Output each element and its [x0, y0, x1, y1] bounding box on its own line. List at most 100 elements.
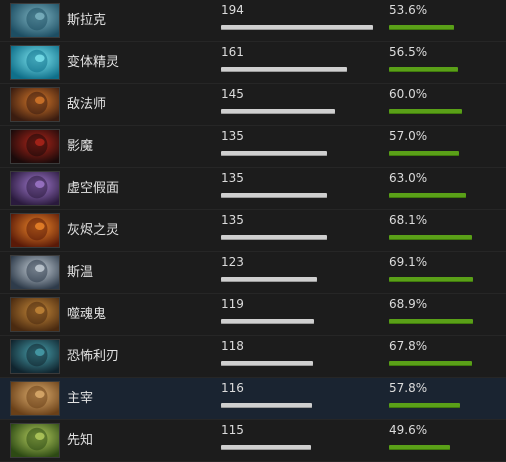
win-rate-track — [389, 277, 499, 282]
win-rate: 57.0% — [389, 129, 428, 143]
hero-row[interactable]: 影魔 135 57.0% — [0, 126, 506, 168]
hero-row[interactable]: 先知 115 49.6% — [0, 420, 506, 462]
match-count: 115 — [221, 423, 244, 437]
natures-prophet-portrait-icon[interactable] — [10, 423, 60, 458]
match-count: 135 — [221, 129, 244, 143]
win-rate: 60.0% — [389, 87, 428, 101]
hero-row[interactable]: 斯温 123 69.1% — [0, 252, 506, 294]
hero-name[interactable]: 斯拉克 — [67, 0, 106, 42]
win-rate-track — [389, 319, 499, 324]
match-count-track — [221, 445, 381, 450]
ember-spirit-portrait-icon[interactable] — [10, 213, 60, 248]
win-rate: 67.8% — [389, 339, 428, 353]
match-count-track — [221, 109, 381, 114]
win-rate-track — [389, 67, 499, 72]
hero-row[interactable]: 噬魂鬼 119 68.9% — [0, 294, 506, 336]
match-count-track — [221, 25, 381, 30]
match-count-track — [221, 277, 381, 282]
morphling-portrait-icon[interactable] — [10, 45, 60, 80]
hero-name[interactable]: 噬魂鬼 — [67, 294, 106, 336]
win-rate-track — [389, 235, 499, 240]
match-count-bar — [221, 109, 335, 114]
win-rate-bar — [389, 67, 458, 72]
match-count-bar — [221, 193, 327, 198]
win-rate: 53.6% — [389, 3, 428, 17]
match-count-bar — [221, 361, 313, 366]
win-rate-bar — [389, 151, 459, 156]
match-count-bar — [221, 151, 327, 156]
match-count-track — [221, 403, 381, 408]
match-count-bar — [221, 235, 327, 240]
hero-name[interactable]: 灰烬之灵 — [67, 210, 119, 252]
match-count-bar — [221, 25, 373, 30]
hero-stats-table: 斯拉克 194 53.6% 变体精灵 161 56.5% 敌法师 145 60.0% 影魔 135 5… — [0, 0, 506, 462]
win-rate-track — [389, 25, 499, 30]
hero-row[interactable]: 变体精灵 161 56.5% — [0, 42, 506, 84]
match-count-bar — [221, 445, 311, 450]
juggernaut-portrait-icon[interactable] — [10, 381, 60, 416]
win-rate-bar — [389, 109, 462, 114]
win-rate-track — [389, 109, 499, 114]
win-rate-track — [389, 403, 499, 408]
win-rate-bar — [389, 319, 473, 324]
win-rate-track — [389, 193, 499, 198]
hero-name[interactable]: 先知 — [67, 420, 93, 462]
match-count: 194 — [221, 3, 244, 17]
terrorblade-portrait-icon[interactable] — [10, 339, 60, 374]
hero-row[interactable]: 虚空假面 135 63.0% — [0, 168, 506, 210]
faceless-void-portrait-icon[interactable] — [10, 171, 60, 206]
sven-portrait-icon[interactable] — [10, 255, 60, 290]
match-count: 123 — [221, 255, 244, 269]
hero-name[interactable]: 影魔 — [67, 126, 93, 168]
hero-name[interactable]: 敌法师 — [67, 84, 106, 126]
win-rate: 69.1% — [389, 255, 428, 269]
win-rate-bar — [389, 25, 454, 30]
hero-row[interactable]: 主宰 116 57.8% — [0, 378, 506, 420]
anti-mage-portrait-icon[interactable] — [10, 87, 60, 122]
win-rate-bar — [389, 361, 472, 366]
match-count-track — [221, 361, 381, 366]
shadow-fiend-portrait-icon[interactable] — [10, 129, 60, 164]
match-count-track — [221, 319, 381, 324]
match-count-bar — [221, 403, 312, 408]
slark-portrait-icon[interactable] — [10, 3, 60, 38]
win-rate: 56.5% — [389, 45, 428, 59]
hero-row[interactable]: 斯拉克 194 53.6% — [0, 0, 506, 42]
match-count: 145 — [221, 87, 244, 101]
hero-name[interactable]: 斯温 — [67, 252, 93, 294]
match-count: 135 — [221, 171, 244, 185]
match-count-track — [221, 235, 381, 240]
win-rate: 63.0% — [389, 171, 428, 185]
match-count: 161 — [221, 45, 244, 59]
match-count-bar — [221, 67, 347, 72]
win-rate-bar — [389, 235, 472, 240]
hero-row[interactable]: 敌法师 145 60.0% — [0, 84, 506, 126]
win-rate: 57.8% — [389, 381, 428, 395]
win-rate-track — [389, 445, 499, 450]
hero-name[interactable]: 变体精灵 — [67, 42, 119, 84]
match-count-track — [221, 193, 381, 198]
win-rate-bar — [389, 445, 450, 450]
win-rate-track — [389, 151, 499, 156]
win-rate-bar — [389, 193, 466, 198]
match-count-bar — [221, 319, 314, 324]
win-rate-bar — [389, 403, 460, 408]
match-count: 118 — [221, 339, 244, 353]
hero-name[interactable]: 恐怖利刃 — [67, 336, 119, 378]
lifestealer-portrait-icon[interactable] — [10, 297, 60, 332]
win-rate: 49.6% — [389, 423, 428, 437]
match-count: 119 — [221, 297, 244, 311]
hero-row[interactable]: 灰烬之灵 135 68.1% — [0, 210, 506, 252]
win-rate-track — [389, 361, 499, 366]
win-rate-bar — [389, 277, 473, 282]
match-count-bar — [221, 277, 317, 282]
match-count: 116 — [221, 381, 244, 395]
win-rate: 68.1% — [389, 213, 428, 227]
match-count: 135 — [221, 213, 244, 227]
hero-row[interactable]: 恐怖利刃 118 67.8% — [0, 336, 506, 378]
win-rate: 68.9% — [389, 297, 428, 311]
match-count-track — [221, 67, 381, 72]
hero-name[interactable]: 主宰 — [67, 378, 93, 420]
hero-name[interactable]: 虚空假面 — [67, 168, 119, 210]
match-count-track — [221, 151, 381, 156]
